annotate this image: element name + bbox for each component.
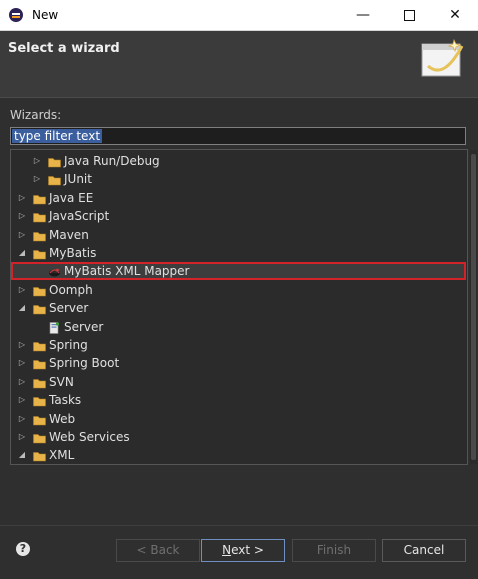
tree-item-label: Tasks — [49, 393, 82, 408]
folder-icon — [33, 229, 46, 241]
folder-icon — [33, 192, 46, 205]
folder-icon — [48, 155, 61, 168]
folder-icon — [33, 247, 46, 260]
tree-category[interactable]: ◢ Server — [11, 299, 466, 317]
mybatis-bird-icon — [48, 265, 61, 277]
tree-item-label: Spring Boot — [49, 356, 120, 371]
folder-icon — [33, 210, 46, 223]
filter-input[interactable]: type filter text — [10, 127, 466, 145]
expand-arrow-icon[interactable]: ▷ — [17, 373, 27, 391]
folder-icon — [48, 173, 61, 186]
help-icon[interactable]: ? — [16, 542, 30, 556]
folder-icon — [33, 449, 46, 462]
tree-item-label: Web Services — [49, 430, 130, 444]
tree-item-label: Oomph — [49, 282, 93, 297]
tree-category[interactable]: ▷ SVN — [11, 373, 466, 391]
tree-item-label: Web — [49, 411, 76, 426]
tree-category[interactable]: ▷ Java Run/Debug — [11, 152, 466, 170]
tree-item-label: SVN — [49, 374, 74, 389]
tree-category[interactable]: ◢ MyBatis — [11, 244, 466, 262]
tree-wizard-item[interactable]: Server — [11, 318, 466, 336]
tree-item-label: Java EE — [49, 190, 94, 205]
next-label: ext > — [231, 543, 264, 557]
tree-item-label: JavaScript — [49, 209, 110, 224]
expand-arrow-icon[interactable]: ▷ — [17, 410, 27, 428]
tree-category[interactable]: ▷ Web Services — [11, 428, 466, 446]
tree-item-label: Java Run/Debug — [64, 154, 160, 168]
tree-category[interactable]: ▷ Tasks — [11, 391, 466, 409]
tree-category[interactable]: ▷ Spring — [11, 336, 466, 354]
maximize-icon — [403, 9, 415, 21]
tree-item-label: MyBatis — [49, 246, 97, 260]
next-mnemonic: N — [222, 543, 232, 557]
tree-item-label: Server — [64, 319, 104, 334]
vertical-scrollbar[interactable] — [470, 150, 477, 464]
tree-wizard-item[interactable]: MyBatis XML Mapper — [11, 262, 466, 281]
expand-arrow-icon[interactable]: ▷ — [17, 207, 27, 225]
tree-viewport: ▷ Java Run/Debug ▷ JUnit ▷ Java EE ▷ JavaScript… — [11, 150, 468, 464]
close-button[interactable]: ✕ — [432, 0, 478, 30]
cancel-button[interactable]: Cancel — [382, 539, 466, 562]
expand-arrow-icon[interactable]: ▷ — [17, 189, 27, 207]
minimize-button[interactable]: — — [340, 0, 386, 30]
wizard-header: Select a wizard — [0, 31, 478, 98]
tree-category[interactable]: ▷ Maven — [11, 226, 466, 244]
filter-text: type filter text — [12, 129, 103, 143]
tree-category[interactable]: ▷ JavaScript — [11, 207, 466, 225]
expand-arrow-icon[interactable]: ▷ — [17, 281, 27, 299]
tree-item-label: JUnit — [64, 172, 92, 187]
expand-arrow-icon[interactable]: ▷ — [32, 170, 42, 188]
folder-icon — [33, 302, 46, 315]
tree-category[interactable]: ▷ Web — [11, 410, 466, 428]
tree-item-label: Spring — [49, 338, 88, 352]
tree-category[interactable]: ▷ Java EE — [11, 189, 466, 207]
expand-arrow-icon[interactable]: ▷ — [17, 336, 27, 354]
folder-icon — [33, 339, 46, 352]
scrollbar-thumb[interactable] — [471, 154, 476, 460]
expand-arrow-icon[interactable]: ▷ — [17, 391, 27, 409]
finish-button[interactable]: Finish — [292, 539, 376, 562]
folder-icon — [33, 394, 46, 407]
wizard-tree[interactable]: ▷ Java Run/Debug ▷ JUnit ▷ Java EE ▷ JavaScript… — [10, 149, 477, 465]
window-title: New — [32, 8, 59, 22]
tree-category[interactable]: ▷ Spring Boot — [11, 354, 466, 372]
eclipse-app-icon — [9, 8, 23, 22]
wizard-banner-icon — [421, 38, 464, 77]
tree-item-label: XML — [49, 448, 75, 463]
folder-icon — [33, 284, 46, 297]
expand-arrow-icon[interactable]: ▷ — [32, 152, 42, 170]
footer-divider — [0, 525, 478, 526]
tree-item-label: Server — [49, 301, 89, 316]
tree-item-label: Maven — [49, 227, 89, 242]
folder-icon — [33, 431, 46, 444]
collapse-arrow-icon[interactable]: ◢ — [17, 299, 27, 317]
next-button[interactable]: Next > — [201, 539, 285, 562]
page-title: Select a wizard — [8, 41, 120, 56]
title-bar: New — ✕ — [0, 0, 478, 31]
server-icon — [48, 321, 61, 334]
folder-icon — [33, 357, 46, 370]
folder-icon — [33, 413, 46, 425]
expand-arrow-icon[interactable]: ▷ — [17, 226, 27, 244]
tree-category[interactable]: ▷ Oomph — [11, 281, 466, 299]
wizards-label: Wizards: — [10, 108, 62, 122]
maximize-button[interactable] — [386, 0, 432, 30]
tree-item-label: MyBatis XML Mapper — [64, 264, 190, 279]
folder-icon — [33, 376, 46, 389]
tree-category[interactable]: ◢ XML — [11, 446, 466, 464]
back-button[interactable]: < Back — [116, 539, 200, 562]
tree-category[interactable]: ▷ JUnit — [11, 170, 466, 188]
expand-arrow-icon[interactable]: ▷ — [17, 354, 27, 372]
expand-arrow-icon[interactable]: ▷ — [17, 428, 27, 446]
collapse-arrow-icon[interactable]: ◢ — [17, 244, 27, 262]
collapse-arrow-icon[interactable]: ◢ — [17, 446, 27, 464]
